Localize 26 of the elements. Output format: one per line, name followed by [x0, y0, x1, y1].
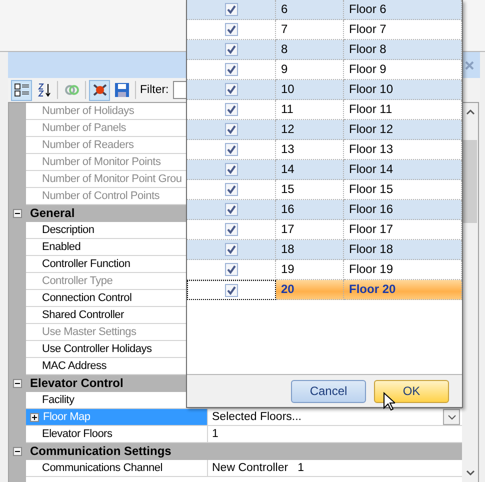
filter-label: Filter: [140, 84, 169, 96]
property-value[interactable]: Selected Floors... [212, 409, 302, 425]
property-value[interactable]: New Controller 1 [212, 460, 304, 476]
property-name[interactable]: Communications Channel [26, 460, 208, 477]
floor-row[interactable]: 13 Floor 13 [187, 140, 462, 160]
floor-row[interactable]: 10 Floor 10 [187, 80, 462, 100]
ok-button[interactable]: OK [374, 380, 449, 402]
category-header[interactable]: Communication Settings [26, 443, 462, 460]
floor-row[interactable]: 20 Floor 20 [187, 280, 462, 300]
floor-row[interactable]: 15 Floor 15 [187, 180, 462, 200]
cancel-button[interactable]: Cancel [291, 380, 366, 402]
property-name[interactable]: Elevator Floors [26, 426, 208, 443]
floor-row[interactable]: 16 Floor 16 [187, 200, 462, 220]
property-value[interactable]: 1 [212, 426, 218, 442]
floor-row[interactable]: 17 Floor 17 [187, 220, 462, 240]
floor-row[interactable]: 9 Floor 9 [187, 60, 462, 80]
floor-row[interactable]: 18 Floor 18 [187, 240, 462, 260]
floor-row[interactable]: 8 Floor 8 [187, 40, 462, 60]
floor-row[interactable]: 14 Floor 14 [187, 160, 462, 180]
floor-row[interactable]: 7 Floor 7 [187, 20, 462, 40]
floor-number: 20 [276, 280, 344, 300]
floor-row[interactable]: 12 Floor 12 [187, 120, 462, 140]
floor-name: Floor 20 [344, 280, 462, 300]
floor-row[interactable]: 6 Floor 6 [187, 0, 462, 20]
floor-row[interactable]: 11 Floor 11 [187, 100, 462, 120]
floor-row[interactable]: 19 Floor 19 [187, 260, 462, 280]
